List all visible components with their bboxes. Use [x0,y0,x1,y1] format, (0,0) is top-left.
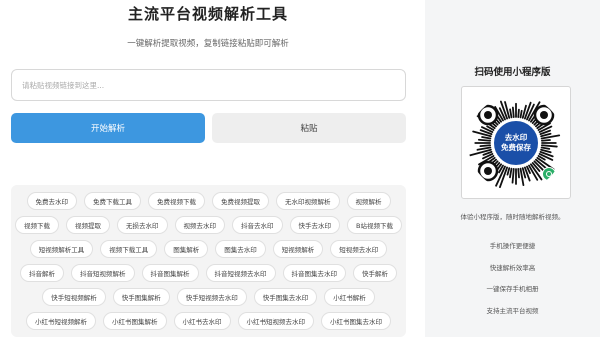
keyword-tag[interactable]: 小红书解析 [324,288,375,306]
qr-ray [541,143,558,147]
qr-ray [517,167,520,178]
wechat-icon [542,166,556,181]
keyword-tag[interactable]: 无损去水印 [117,216,168,234]
keyword-tag[interactable]: 快手图集去水印 [253,288,318,306]
qr-logo-text-line2: 免费保存 [501,142,531,152]
tags-row: 快手短视频解析 快手图集解析 快手短视频去水印 快手图集去水印 小红书解析 [17,288,400,306]
qr-ray [517,108,520,118]
qr-center-logo: 去水印 免费保存 [492,118,540,167]
main-panel: 主流平台视频解析工具 一键解析提取视频，复制链接粘贴即可解析 开始解析 粘贴 免… [0,0,416,337]
keyword-tag[interactable]: 快手去水印 [289,216,341,234]
keyword-tag[interactable]: 快手短视频去水印 [176,288,247,306]
keyword-tag[interactable]: 短视频去水印 [330,240,388,258]
qr-ray [479,143,491,147]
tags-row: 小红书短视频解析 小红书图集解析 小红书去水印 小红书短视频去水印 小红书图集去水印 [17,312,400,330]
qr-ray [509,107,513,118]
qr-finder-dot [540,110,548,119]
video-url-input[interactable] [11,69,406,101]
keyword-tag[interactable]: 视频去水印 [174,216,226,234]
keyword-tag[interactable]: 抖音去水印 [232,216,283,234]
keyword-tag[interactable]: 快手图集解析 [112,288,170,306]
start-parse-button[interactable]: 开始解析 [11,113,205,143]
qr-ray [511,106,515,118]
keyword-tag[interactable]: 免费视频下载 [148,192,205,210]
keyword-tag[interactable]: 短视频解析工具 [29,240,94,258]
keyword-tag[interactable]: 快手解析 [353,264,397,282]
tags-row: 抖音解析 抖音短视频解析 抖音图集解析 抖音短视频去水印 抖音图集去水印 快手解析 [17,264,400,282]
qr-ray [506,166,511,176]
mini-program-qr-card: 去水印 免费保存 [461,86,571,199]
feature-item: 一键保存手机相册 [486,285,539,293]
qr-ray [540,146,551,150]
keyword-tag[interactable]: 抖音解析 [20,264,64,282]
keyword-tag[interactable]: 视频解析 [346,192,391,210]
keyword-tag[interactable]: 抖音图集解析 [141,264,199,282]
feature-item: 快速解析效率高 [489,263,536,272]
feature-item: 支持主流平台视频 [486,306,539,315]
paste-button[interactable]: 粘贴 [212,113,406,143]
tags-row: 短视频解析工具 视频下载工具 图集解析 图集去水印 短视频解析 短视频去水印 [17,240,400,258]
keyword-tag[interactable]: 抖音图集去水印 [282,264,346,282]
qr-logo-text-line1: 去水印 [504,132,528,142]
qr-finder-dot [484,166,492,175]
mini-program-qr-code: 去水印 免费保存 [468,95,564,191]
keyword-tag[interactable]: 抖音短视频去水印 [205,264,276,282]
qr-ray [541,138,551,142]
qr-finder-dot [484,110,492,119]
keyword-tag[interactable]: 无水印视频解析 [276,192,340,210]
keyword-tag[interactable]: B站视频下载 [347,216,402,234]
keyword-tag[interactable]: 视频提取 [66,216,111,234]
mini-program-sidebar: 扫码使用小程序版 去水印 免费保存 体验小程序版，随时随地解析视频。 手机操作更… [425,0,600,337]
keyword-tag[interactable]: 视频下载 [15,216,60,234]
qr-ray [481,135,492,139]
keyword-tag[interactable]: 免费视频提取 [212,192,269,210]
qr-ray [511,167,515,184]
keyword-tag[interactable]: 小红书短视频去水印 [237,312,314,330]
keyword-tag[interactable]: 图集去水印 [215,240,266,258]
keyword-tag[interactable]: 小红书图集去水印 [321,312,391,330]
feature-list: 手机操作更便捷 快速解析效率高 一键保存手机相册 支持主流平台视频 [425,240,600,326]
keyword-tags-panel: 免费去水印 免费下载工具 免费视频下载 免费视频提取 无水印视频解析 视频解析 视频下载 视频… [11,185,406,337]
keyword-tag[interactable]: 短视频解析 [272,240,324,258]
sidebar-title: 扫码使用小程序版 [474,67,551,78]
tags-row: 视频下载 视频提取 无损去水印 视频去水印 抖音去水印 快手去水印 B站视频下载 [15,216,402,234]
keyword-tag[interactable]: 抖音短视频解析 [71,264,135,282]
keyword-tag[interactable]: 免费下载工具 [84,192,141,210]
qr-ray [477,138,491,142]
sidebar-description: 体验小程序版，随时随地解析视频。 [460,213,565,221]
keyword-tag[interactable]: 视频下载工具 [100,240,158,258]
keyword-tag[interactable]: 小红书短视频解析 [26,312,96,330]
page-title: 主流平台视频解析工具 [127,5,288,23]
keyword-tag[interactable]: 小红书去水印 [173,312,231,330]
page-subtitle: 一键解析提取视频，复制链接粘贴即可解析 [127,39,289,49]
keyword-tag[interactable]: 图集解析 [164,240,209,258]
qr-ray [519,109,523,118]
feature-item: 手机操作更便捷 [489,242,536,250]
keyword-tag[interactable]: 免费去水印 [26,192,77,210]
tags-row: 免费去水印 免费下载工具 免费视频下载 免费视频提取 无水印视频解析 视频解析 [17,192,400,210]
keyword-tag[interactable]: 小红书图集解析 [103,312,167,330]
keyword-tag[interactable]: 快手短视频解析 [42,288,106,306]
qr-ray [509,167,513,178]
